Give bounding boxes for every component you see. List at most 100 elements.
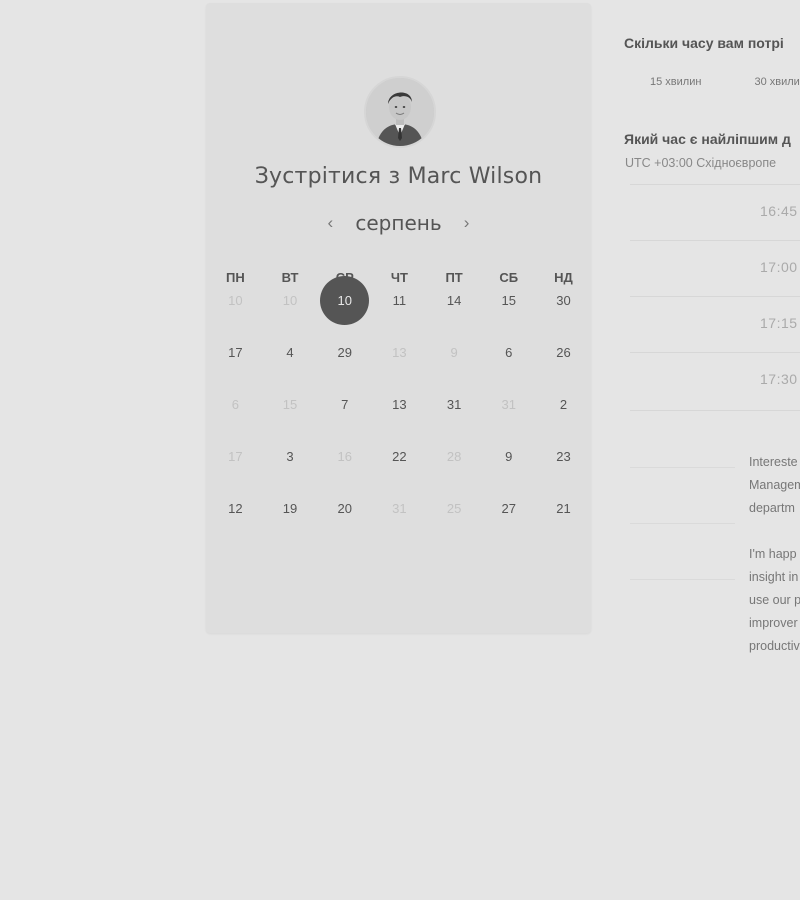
calendar-day-number: 17 xyxy=(228,344,243,360)
calendar-day-number: 23 xyxy=(556,448,571,464)
calendar-day[interactable]: 27 xyxy=(481,482,536,534)
calendar-day[interactable]: 7 xyxy=(317,378,372,430)
calendar-day[interactable]: 26 xyxy=(536,326,591,378)
calendar-day-number: 17 xyxy=(228,448,243,464)
calendar-day-number: 6 xyxy=(505,344,513,360)
timezone-selector[interactable]: UTC +03:00 Східноєвропе xyxy=(625,156,776,170)
calendar-day[interactable]: 31 xyxy=(427,378,482,430)
calendar-day: 10 xyxy=(263,274,318,326)
duration-options: 15 хвилин 30 хвили xyxy=(650,76,800,88)
calendar-day-number: 16 xyxy=(337,448,352,464)
calendar-day-selected[interactable]: 10 xyxy=(317,274,372,326)
calendar-day-number: 6 xyxy=(231,396,239,412)
description-line: productiv xyxy=(749,639,800,653)
calendar-day: 25 xyxy=(427,482,482,534)
duration-option-30[interactable]: 30 хвили xyxy=(754,76,799,88)
chevron-left-icon[interactable]: ‹ xyxy=(323,213,337,233)
calendar-day-number: 13 xyxy=(392,344,407,360)
calendar-day-number: 22 xyxy=(392,448,407,464)
description-paragraph-2: I'm happ insight in use our p improver p… xyxy=(749,543,800,658)
calendar-day-number: 10 xyxy=(282,292,298,308)
slot-divider xyxy=(630,410,800,411)
calendar-day-number: 12 xyxy=(228,500,243,516)
description-line: insight in xyxy=(749,570,799,584)
blank-row xyxy=(630,579,735,580)
description-line: departm xyxy=(749,501,795,515)
calendar-day: 6 xyxy=(208,378,263,430)
calendar-day-number: 31 xyxy=(446,396,462,412)
calendar-day[interactable]: 3 xyxy=(263,430,318,482)
description-line: I'm happ xyxy=(749,547,797,561)
duration-option-15[interactable]: 15 хвилин xyxy=(650,76,701,88)
calendar-day-number: 10 xyxy=(228,292,243,308)
host-description: Intereste Managem departm I'm happ insig… xyxy=(749,451,800,681)
calendar-day-number: 21 xyxy=(556,500,571,516)
calendar-day-number: 13 xyxy=(392,396,407,412)
calendar-day: 28 xyxy=(427,430,482,482)
calendar-day-number: 27 xyxy=(501,500,517,516)
calendar-day[interactable]: 14 xyxy=(427,274,482,326)
time-slot[interactable]: 17:30 xyxy=(630,352,800,408)
calendar-day-number: 10 xyxy=(337,292,352,308)
month-navigation: ‹ серпень › xyxy=(206,211,591,235)
calendar-day-number: 4 xyxy=(286,344,294,360)
description-paragraph-1: Intereste Managem departm xyxy=(749,451,800,520)
time-slot-label: 16:45 xyxy=(760,203,798,219)
booking-title: Зустрітися з Marc Wilson xyxy=(254,164,543,189)
calendar-day-number: 15 xyxy=(282,396,298,412)
calendar-day-number: 11 xyxy=(392,292,407,308)
calendar-day[interactable]: 15 xyxy=(481,274,536,326)
description-line: Managem xyxy=(749,478,800,492)
calendar-day[interactable]: 17 xyxy=(208,326,263,378)
calendar-day: 31 xyxy=(481,378,536,430)
time-slot[interactable]: 17:00 xyxy=(630,240,800,296)
calendar-day-number: 26 xyxy=(556,344,571,360)
time-slot[interactable]: 16:45 xyxy=(630,184,800,240)
month-label: серпень xyxy=(355,211,442,235)
calendar-day-number: 9 xyxy=(450,344,458,360)
time-slot[interactable]: 17:15 xyxy=(630,296,800,352)
calendar-day-number: 7 xyxy=(341,396,349,412)
chevron-right-icon[interactable]: › xyxy=(460,213,474,233)
calendar-day-number: 25 xyxy=(446,500,462,516)
calendar-day-number: 19 xyxy=(282,500,298,516)
calendar-day-number: 28 xyxy=(446,448,462,464)
host-avatar xyxy=(364,76,436,148)
calendar-day: 13 xyxy=(372,326,427,378)
calendar-day[interactable]: 30 xyxy=(536,274,591,326)
calendar-day[interactable]: 19 xyxy=(263,482,318,534)
calendar-day-number: 29 xyxy=(337,344,352,360)
calendar-day: 17 xyxy=(208,430,263,482)
calendar-day[interactable]: 21 xyxy=(536,482,591,534)
blank-row xyxy=(630,523,735,580)
calendar-grid: 10 10 10 11 14 15 30 17 4 29 13 9 6 26 6 15 7 13 31 31 2 17 3 1… xyxy=(208,274,593,534)
description-line: Intereste xyxy=(749,455,798,469)
blank-row xyxy=(630,467,735,524)
calendar-day[interactable]: 20 xyxy=(317,482,372,534)
calendar-day: 10 xyxy=(208,274,263,326)
calendar-day-number: 20 xyxy=(337,500,352,516)
calendar-day[interactable]: 6 xyxy=(481,326,536,378)
calendar-day: 9 xyxy=(427,326,482,378)
time-slot-label: 17:00 xyxy=(760,259,798,275)
calendar-day: 31 xyxy=(372,482,427,534)
booking-page: Зустрітися з Marc Wilson ‹ серпень › ПН В… xyxy=(0,0,800,900)
calendar-day[interactable]: 23 xyxy=(536,430,591,482)
calendar-day[interactable]: 11 xyxy=(372,274,427,326)
calendar-day-number: 15 xyxy=(501,292,517,308)
calendar-day[interactable]: 2 xyxy=(536,378,591,430)
duration-question: Скільки часу вам потрі xyxy=(624,35,784,51)
calendar-day[interactable]: 22 xyxy=(372,430,427,482)
calendar-day[interactable]: 9 xyxy=(481,430,536,482)
calendar-day-number: 30 xyxy=(556,292,571,308)
calendar-day[interactable]: 29 xyxy=(317,326,372,378)
calendar-day[interactable]: 13 xyxy=(372,378,427,430)
calendar-day[interactable]: 12 xyxy=(208,482,263,534)
calendar-day-number: 31 xyxy=(501,396,517,412)
calendar-day: 16 xyxy=(317,430,372,482)
calendar-day[interactable]: 4 xyxy=(263,326,318,378)
description-line: use our p xyxy=(749,593,800,607)
calendar-day-number: 3 xyxy=(286,448,294,464)
calendar-card: Зустрітися з Marc Wilson ‹ серпень › ПН В… xyxy=(206,3,591,633)
calendar-day-number: 14 xyxy=(446,292,462,308)
